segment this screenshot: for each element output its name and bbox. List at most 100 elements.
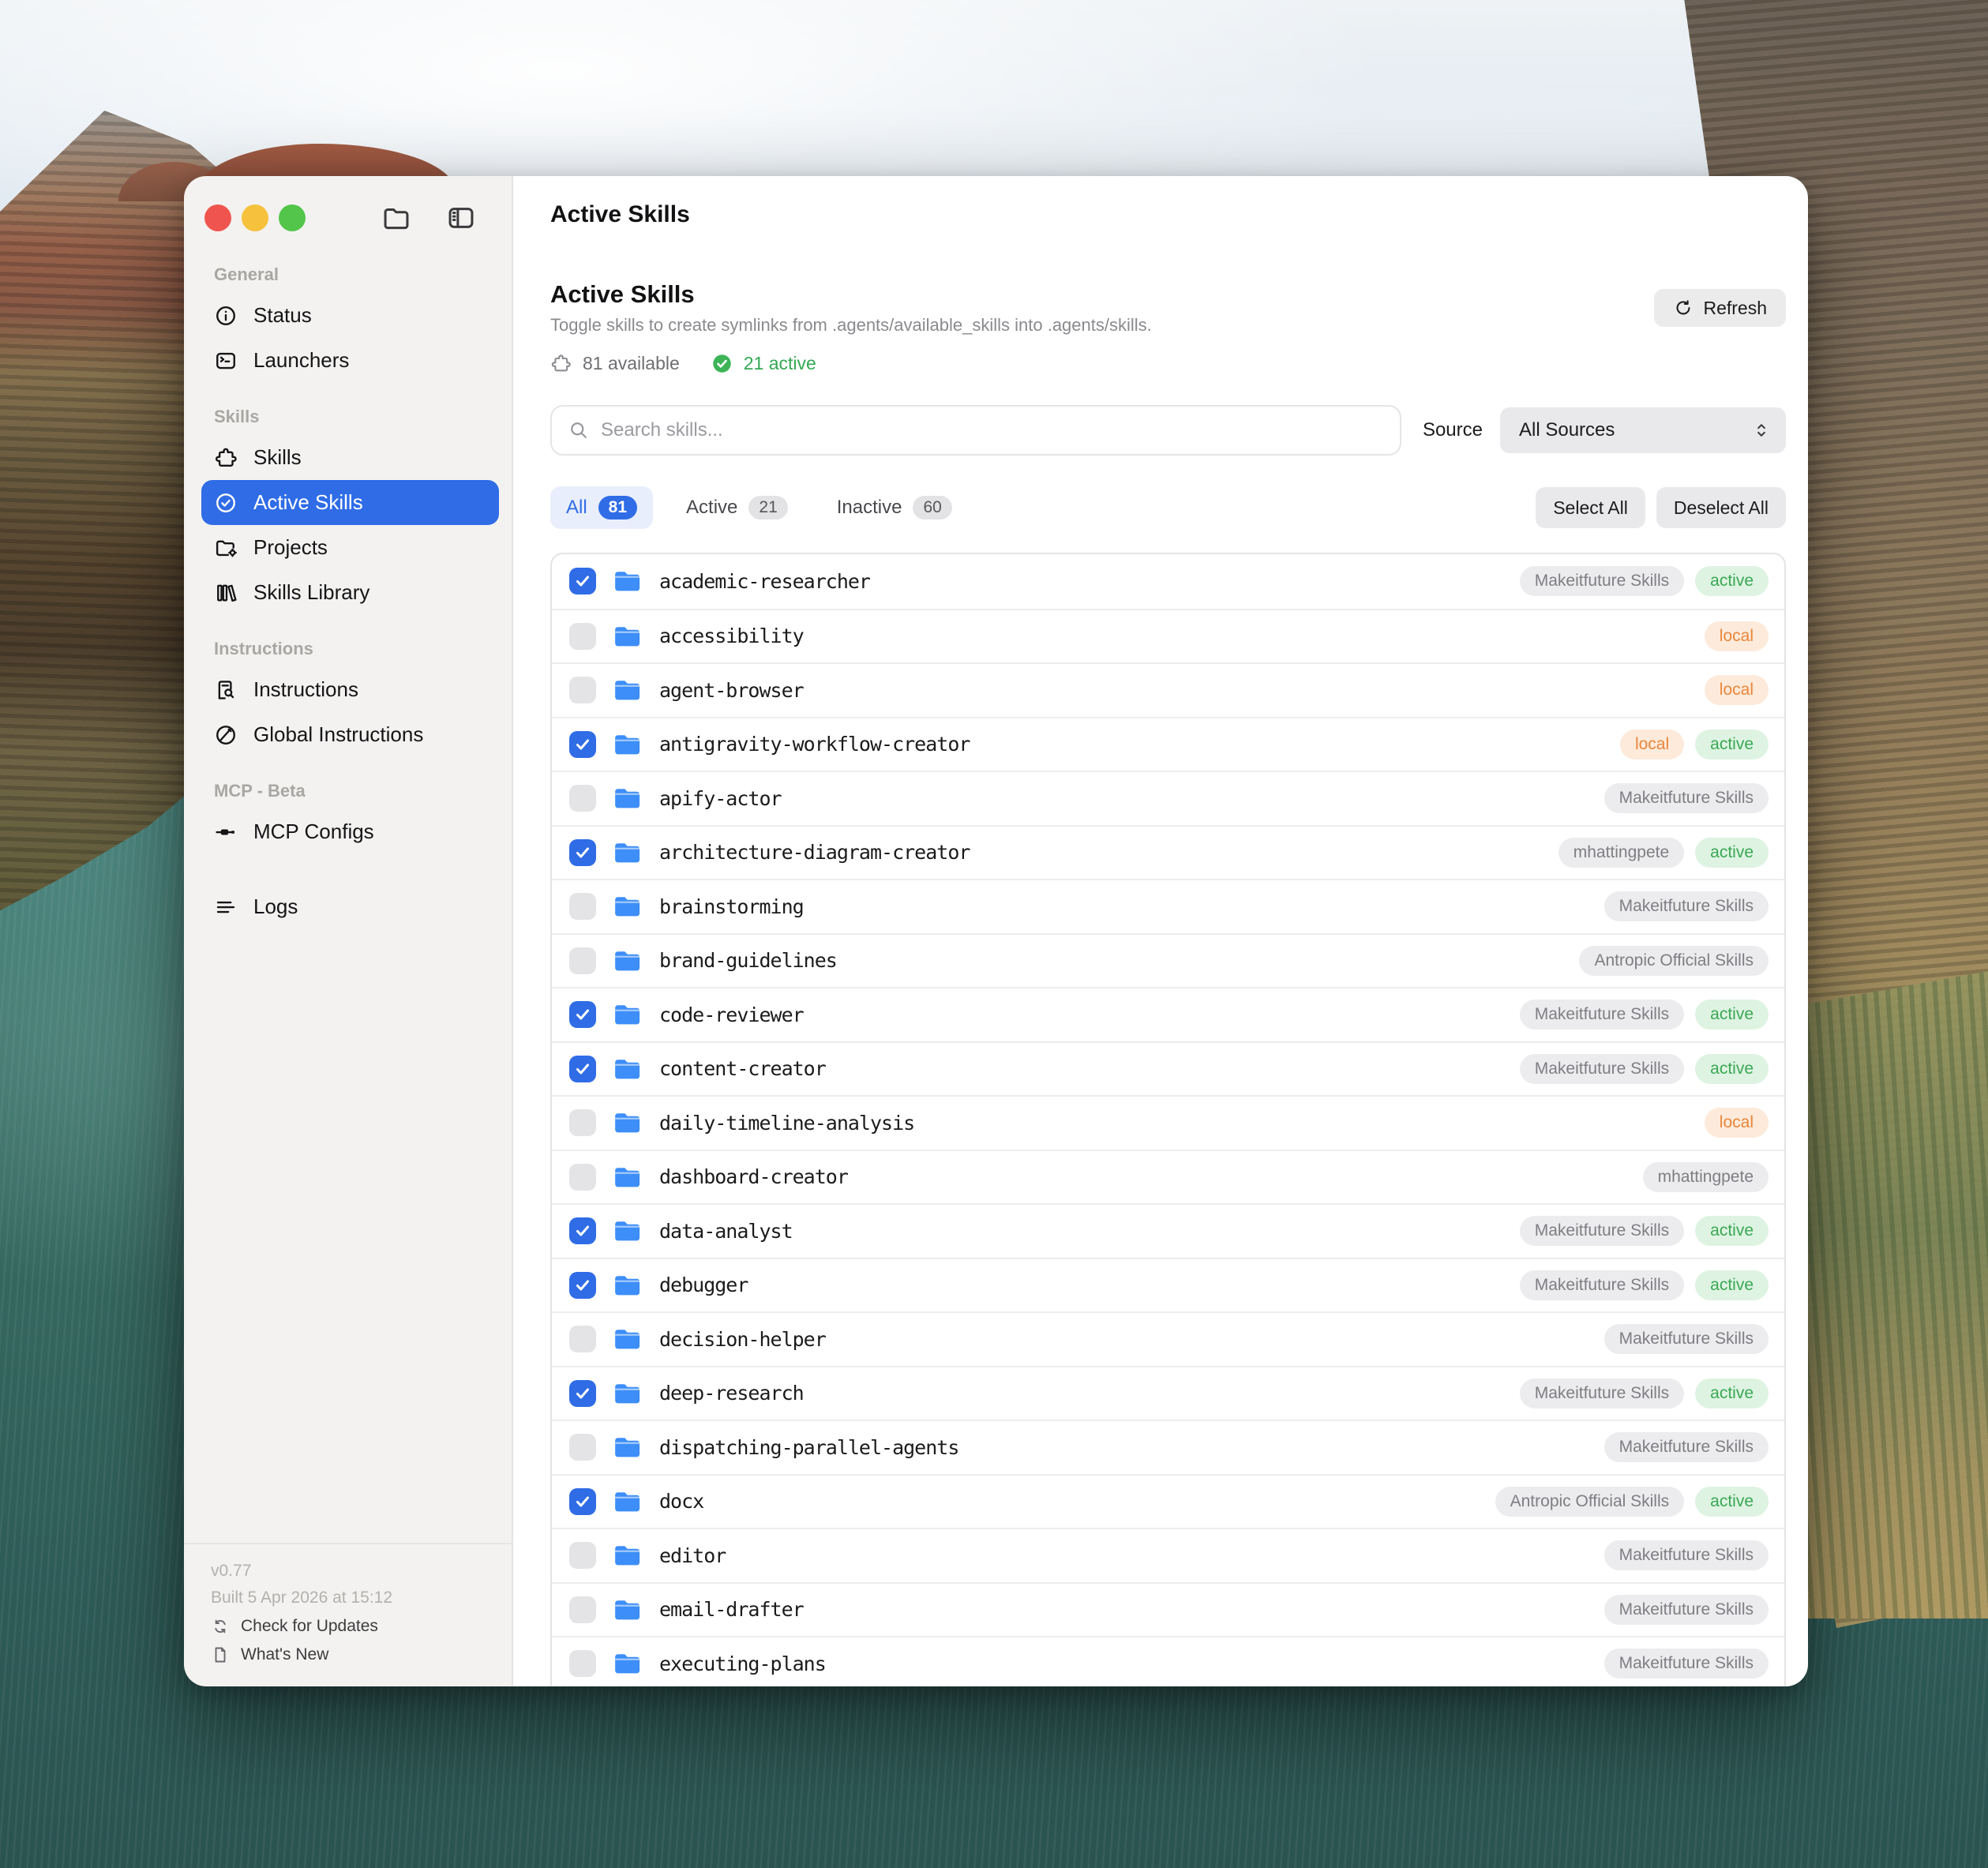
sidebar-section-label: Skills [214,407,260,426]
source-badge: Makeitfuture Skills [1519,566,1685,597]
skill-checkbox[interactable] [569,1650,596,1678]
skill-checkbox[interactable] [569,1109,596,1137]
check-updates-link[interactable]: Check for Updates [211,1617,485,1636]
badge-group: local [1704,1108,1769,1138]
tab-all[interactable]: All 81 [550,486,654,529]
sidebar-item-skills[interactable]: Skills [201,435,499,480]
skill-name: code-reviewer [659,1003,805,1026]
skill-checkbox[interactable] [569,1434,596,1461]
skill-checkbox[interactable] [569,785,596,812]
sidebar-item-launchers[interactable]: Launchers [201,338,499,383]
puzzle-icon [550,353,572,374]
tab-count-badge: 81 [598,496,638,520]
skill-checkbox[interactable] [569,838,596,866]
skill-row: executing-plans Makeitfuture Skills [552,1636,1784,1686]
folder-icon [613,1489,642,1514]
skill-checkbox[interactable] [569,1163,596,1191]
tab-label: All [566,497,587,518]
build-info: Built 5 Apr 2026 at 15:12 [211,1589,393,1607]
badge-group: Makeitfuture Skills active [1519,1216,1769,1247]
main-content: Active Skills Active Skills Toggle skill… [513,176,1808,1686]
local-badge: local [1704,675,1769,706]
sidebar-toggle-icon[interactable] [446,203,476,233]
sidebar-item-instructions[interactable]: Instructions [201,667,499,712]
badge-group: local active [1619,729,1769,760]
folder-icon [613,840,642,865]
traffic-lights [204,204,306,231]
whats-new-link[interactable]: What's New [211,1645,485,1664]
zoom-button[interactable] [279,204,306,231]
folder-gear-icon [214,536,238,560]
skill-checkbox[interactable] [569,1001,596,1029]
close-button[interactable] [204,204,231,231]
globe-slash-icon [214,723,238,747]
badge-group: Makeitfuture Skills [1604,1540,1769,1571]
active-label: 21 active [743,353,816,373]
skill-checkbox[interactable] [569,947,596,974]
local-badge: local [1704,621,1769,651]
skill-checkbox[interactable] [569,730,596,758]
skill-name: brainstorming [659,895,805,918]
check-updates-label: Check for Updates [241,1617,378,1635]
page-description: Toggle skills to create symlinks from .a… [550,315,1152,335]
source-badge: Makeitfuture Skills [1604,1540,1769,1571]
sidebar-item-logs[interactable]: Logs [201,884,499,929]
local-badge: local [1619,729,1685,760]
skill-checkbox[interactable] [569,1055,596,1082]
source-badge: Makeitfuture Skills [1519,1378,1685,1409]
source-badge: Makeitfuture Skills [1604,891,1769,922]
tab-label: Inactive [836,497,902,518]
sidebar-item-label: Projects [253,535,328,559]
skill-checkbox[interactable] [569,893,596,921]
select-all-button[interactable]: Select All [1536,487,1645,528]
skill-row: apify-actor Makeitfuture Skills [552,771,1784,825]
active-badge: active [1695,566,1769,597]
available-label: 81 available [583,353,680,373]
skill-checkbox[interactable] [569,1542,596,1570]
folder-icon [613,677,642,703]
skill-checkbox[interactable] [569,1487,596,1515]
skill-checkbox[interactable] [569,622,596,650]
skill-checkbox[interactable] [569,568,596,595]
document-icon [211,1645,230,1664]
search-input[interactable] [601,419,1384,441]
skill-checkbox[interactable] [569,1271,596,1299]
puzzle-icon [214,446,238,470]
minimize-button[interactable] [242,204,268,231]
skill-name: dashboard-creator [659,1165,849,1189]
sidebar-item-projects[interactable]: Projects [201,525,499,570]
badge-group: Makeitfuture Skills active [1519,1053,1769,1084]
skill-row: brainstorming Makeitfuture Skills [552,879,1784,933]
check-circle-icon [214,491,238,515]
sidebar-item-label: Logs [253,895,298,918]
source-badge: Antropic Official Skills [1579,945,1769,976]
sidebar-item-label: Active Skills [253,490,363,514]
source-badge: Makeitfuture Skills [1519,1053,1685,1084]
sidebar-item-global-instructions[interactable]: Global Instructions [201,712,499,757]
skill-checkbox[interactable] [569,1596,596,1623]
sidebar-item-mcp-configs[interactable]: MCP Configs [201,809,499,854]
window-title: Active Skills [550,201,690,227]
skill-row: dispatching-parallel-agents Makeitfuture … [552,1420,1784,1474]
skill-row: debugger Makeitfuture Skills active [552,1257,1784,1312]
sidebar-item-skills-library[interactable]: Skills Library [201,570,499,615]
skill-checkbox[interactable] [569,1379,596,1407]
skill-row: email-drafter Makeitfuture Skills [552,1581,1784,1637]
deselect-all-button[interactable]: Deselect All [1656,487,1786,528]
source-select[interactable]: All Sources [1500,407,1786,453]
page-title: Active Skills [550,280,695,308]
refresh-button[interactable]: Refresh [1654,289,1786,327]
tab-inactive[interactable]: Inactive 60 [821,486,968,529]
books-icon [214,581,238,605]
folder-icon [613,1597,642,1622]
folder-toolbar-icon[interactable] [381,203,411,233]
search-box[interactable] [550,405,1401,456]
skill-name: decision-helper [659,1327,827,1351]
sidebar-item-active-skills[interactable]: Active Skills [201,480,499,525]
skill-name: deep-research [659,1382,805,1405]
skill-checkbox[interactable] [569,1217,596,1245]
sidebar-item-status[interactable]: Status [201,293,499,338]
skill-checkbox[interactable] [569,677,596,704]
tab-active[interactable]: Active 21 [670,486,804,529]
skill-checkbox[interactable] [569,1326,596,1353]
